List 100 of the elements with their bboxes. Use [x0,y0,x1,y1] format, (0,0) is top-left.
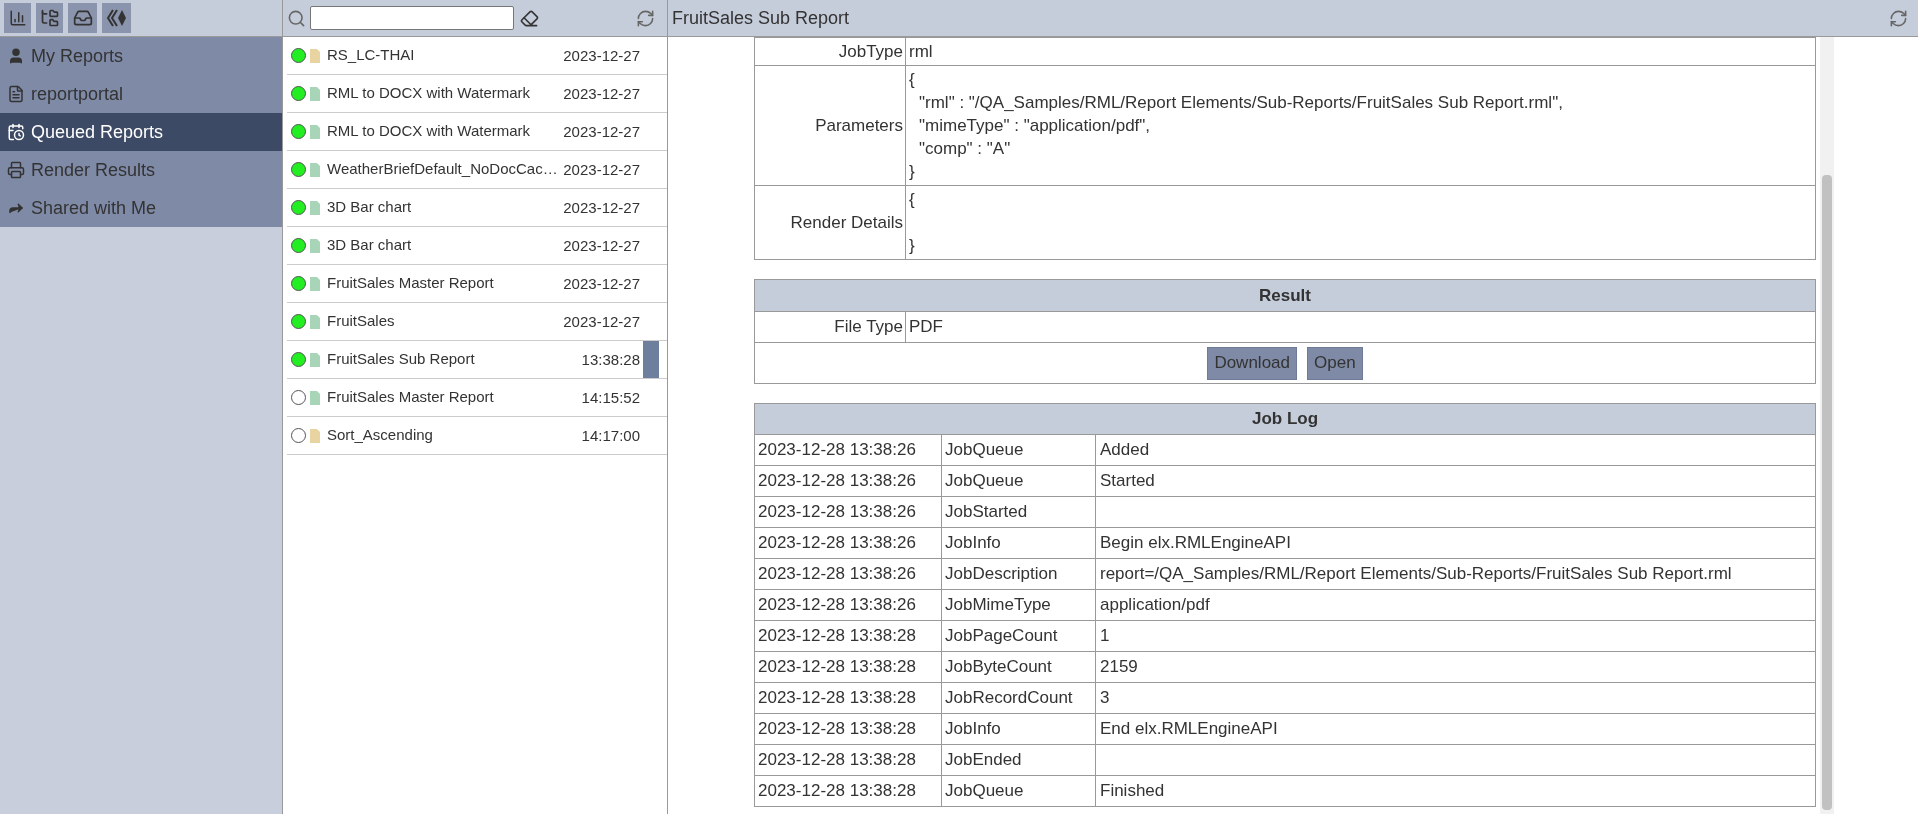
report-name: RML to DOCX with Watermark [327,83,532,104]
log-message: Finished [1095,775,1816,807]
report-name: FruitSales [327,311,396,332]
report-name: FruitSales Master Report [327,273,495,294]
action-button[interactable]: Download [1207,346,1297,380]
bar-chart-icon [8,9,27,27]
log-event: JobMimeType [941,589,1096,621]
report-name: FruitSales Sub Report [327,349,476,370]
log-message: Started [1095,465,1816,497]
log-message: End elx.RMLEngineAPI [1095,713,1816,745]
report-time: 2023-12-27 [562,47,640,64]
tree-button[interactable] [36,3,63,33]
nav-label: Queued Reports [31,120,164,144]
report-name: WeatherBriefDefault_NoDocCac… [327,159,559,180]
report-name: FruitSales Master Report [327,387,495,408]
report-name: Sort_Ascending [327,425,434,446]
nav-item[interactable]: Render Results [0,151,282,189]
log-event: JobPageCount [941,620,1096,652]
detail-title: FruitSales Sub Report [672,6,850,30]
report-row[interactable]: Sort_Ascending 14:17:00 [287,417,667,455]
section-header: Result [754,279,1816,312]
report-time: 2023-12-27 [562,161,640,178]
field-value: { "rml" : "/QA_Samples/RML/Report Elements/Sub-Reports/FruitSales Sub Report.rml", "mimeType" : "application/pdf", "comp" : "A" } [905,65,1816,186]
report-row[interactable]: WeatherBriefDefault_NoDocCac… 2023-12-27 [287,151,667,189]
log-event: JobDescription [941,558,1096,590]
report-row[interactable]: FruitSales Sub Report 13:38:28 [287,341,667,379]
report-name: 3D Bar chart [327,197,413,218]
report-name: RS_LC-THAI [327,45,416,66]
report-time: 2023-12-27 [562,275,640,292]
report-time: 2023-12-27 [562,313,640,330]
report-time: 14:17:00 [580,427,640,444]
field-value: rml [905,37,1816,66]
log-event: JobStarted [941,496,1096,528]
search-icon [287,8,306,28]
field-value: { } [905,185,1816,260]
log-time: 2023-12-28 13:38:28 [754,620,942,652]
document-icon [7,85,25,103]
log-event: JobInfo [941,713,1096,745]
report-time: 14:15:52 [580,389,640,406]
log-time: 2023-12-28 13:38:26 [754,434,942,466]
scrollbar-thumb[interactable] [1822,175,1832,810]
chart-button[interactable] [4,3,31,33]
log-time: 2023-12-28 13:38:26 [754,558,942,590]
log-time: 2023-12-28 13:38:28 [754,744,942,776]
user-icon [7,47,25,65]
report-name: RML to DOCX with Watermark [327,121,532,142]
nav-item[interactable]: Queued Reports [0,113,282,151]
nav-item[interactable]: Shared with Me [0,189,282,227]
field-label: JobType [754,37,906,66]
report-row[interactable]: FruitSales 2023-12-27 [287,303,667,341]
report-row[interactable]: FruitSales Master Report 14:15:52 [287,379,667,417]
nav-item[interactable]: reportportal [0,75,282,113]
inbox-icon [72,8,93,28]
nav-label: reportportal [31,82,124,106]
log-time: 2023-12-28 13:38:26 [754,465,942,497]
report-name: 3D Bar chart [327,235,413,256]
log-time: 2023-12-28 13:38:28 [754,682,942,714]
report-row[interactable]: 3D Bar chart 2023-12-27 [287,189,667,227]
report-time: 2023-12-27 [562,85,640,102]
log-message: report=/QA_Samples/RML/Report Elements/Sub-Reports/FruitSales Sub Report.rml [1095,558,1816,590]
report-time: 13:38:28 [580,351,640,368]
section-header: Job Log [754,403,1816,435]
field-value: PDF [905,311,1816,343]
log-message: Added [1095,434,1816,466]
log-event: JobQueue [941,775,1096,807]
log-message: Begin elx.RMLEngineAPI [1095,527,1816,559]
printer-icon [7,161,25,179]
refresh-icon[interactable] [1889,8,1908,28]
report-row[interactable]: RS_LC-THAI 2023-12-27 [287,37,667,75]
log-time: 2023-12-28 13:38:28 [754,775,942,807]
log-event: JobInfo [941,527,1096,559]
log-event: JobRecordCount [941,682,1096,714]
report-row[interactable]: RML to DOCX with Watermark 2023-12-27 [287,113,667,151]
log-time: 2023-12-28 13:38:28 [754,713,942,745]
nav-item[interactable]: My Reports [0,37,282,75]
log-event: JobQueue [941,434,1096,466]
code-button[interactable] [102,3,131,33]
log-time: 2023-12-28 13:38:26 [754,496,942,528]
refresh-icon[interactable] [636,8,655,28]
field-label: File Type [754,311,906,343]
nav-label: Render Results [31,158,156,182]
log-message: 2159 [1095,651,1816,683]
log-event: JobQueue [941,465,1096,497]
report-row[interactable]: FruitSales Master Report 2023-12-27 [287,265,667,303]
action-button[interactable]: Open [1307,346,1363,380]
inbox-button[interactable] [68,3,97,33]
report-row[interactable]: RML to DOCX with Watermark 2023-12-27 [287,75,667,113]
chevron-diamond-icon [105,7,128,29]
nav-label: Shared with Me [31,196,157,220]
report-row[interactable]: 3D Bar chart 2023-12-27 [287,227,667,265]
report-time: 2023-12-27 [562,199,640,216]
log-message: 1 [1095,620,1816,652]
field-label: Parameters [754,65,906,186]
log-event: JobEnded [941,744,1096,776]
search-field[interactable] [310,6,514,30]
report-time: 2023-12-27 [562,123,640,140]
folder-tree-icon [39,8,60,28]
eraser-icon[interactable] [520,8,539,28]
log-time: 2023-12-28 13:38:28 [754,651,942,683]
field-label: Render Details [754,185,906,260]
